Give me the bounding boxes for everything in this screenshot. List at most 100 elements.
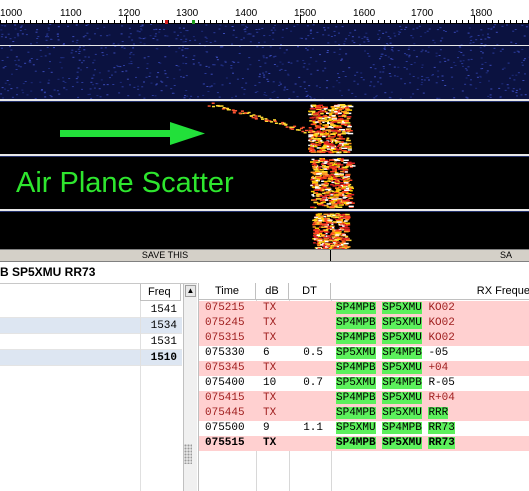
callsign-2: SP5XMU bbox=[382, 362, 422, 374]
decoded-message-row[interactable]: 075245 TX SP4MPB SP5XMU KO02 bbox=[199, 316, 529, 331]
signal-trace bbox=[335, 236, 339, 239]
noise-speck bbox=[453, 97, 456, 99]
noise-speck bbox=[91, 77, 94, 79]
decoded-message-row[interactable]: 075445 TX SP4MPB SP5XMU RRR bbox=[199, 406, 529, 421]
decoded-message-row[interactable]: 075330 6 0.5 SP5XMU SP4MPB -05 bbox=[199, 346, 529, 361]
noise-speck bbox=[6, 80, 9, 81]
noise-speck bbox=[420, 84, 423, 86]
triangle-up-icon[interactable]: ▲ bbox=[185, 285, 196, 297]
noise-speck bbox=[106, 35, 109, 37]
frequency-tick-mark bbox=[54, 20, 55, 23]
noise-speck bbox=[276, 65, 279, 67]
freq-column-header[interactable]: Freq bbox=[140, 284, 181, 301]
noise-speck bbox=[245, 82, 248, 84]
noise-speck bbox=[141, 25, 144, 27]
frequency-tick-mark bbox=[150, 20, 151, 23]
noise-speck bbox=[165, 85, 168, 87]
noise-speck bbox=[470, 35, 473, 37]
noise-speck bbox=[0, 36, 3, 38]
signal-trace bbox=[311, 143, 315, 145]
signal-trace bbox=[329, 162, 334, 164]
noise-speck bbox=[341, 26, 344, 28]
signal-trace bbox=[343, 143, 349, 146]
signal-trace bbox=[342, 197, 346, 199]
noise-speck bbox=[391, 46, 394, 48]
doppler-trail bbox=[247, 111, 251, 114]
noise-speck bbox=[15, 64, 18, 66]
noise-speck bbox=[164, 35, 167, 37]
noise-speck bbox=[396, 75, 399, 77]
band-activity-row[interactable]: 1531 bbox=[0, 334, 182, 350]
save-right-label[interactable]: SA bbox=[500, 250, 512, 261]
doppler-trail bbox=[312, 130, 316, 133]
doppler-trail bbox=[291, 128, 295, 130]
noise-speck bbox=[184, 48, 187, 50]
signal-trace bbox=[347, 130, 353, 132]
frequency-tick-mark bbox=[432, 20, 433, 23]
band-activity-row[interactable]: 1534 bbox=[0, 318, 182, 334]
noise-speck bbox=[249, 64, 252, 66]
decoded-message-row[interactable]: 075315 TX SP4MPB SP5XMU KO02 bbox=[199, 331, 529, 346]
noise-speck bbox=[278, 81, 281, 83]
waterfall-display[interactable]: Air Plane Scatter bbox=[0, 24, 529, 249]
noise-speck bbox=[388, 96, 391, 98]
noise-speck bbox=[326, 50, 329, 52]
decoded-message-row[interactable]: 075400 10 0.7 SP5XMU SP4MPB R-05 bbox=[199, 376, 529, 391]
callsign-1: SP5XMU bbox=[336, 422, 376, 434]
noise-speck bbox=[155, 28, 158, 30]
signal-trace bbox=[323, 119, 326, 122]
noise-speck bbox=[513, 51, 516, 53]
save-this-label[interactable]: SAVE THIS bbox=[0, 250, 331, 261]
rx-frequency-column-header[interactable]: RX Freque bbox=[331, 283, 529, 300]
doppler-trail bbox=[320, 134, 324, 136]
noise-speck bbox=[345, 53, 348, 55]
decoded-message-row[interactable]: 075215 TX SP4MPB SP5XMU KO02 bbox=[199, 301, 529, 316]
noise-speck bbox=[130, 60, 133, 62]
noise-speck bbox=[246, 68, 249, 70]
noise-speck bbox=[190, 95, 193, 97]
db-column-header[interactable]: dB bbox=[256, 283, 289, 300]
signal-trace bbox=[345, 204, 348, 206]
noise-speck bbox=[81, 62, 83, 64]
noise-speck bbox=[34, 98, 37, 100]
noise-speck bbox=[522, 80, 525, 81]
frequency-scale[interactable]: 1000 1100 1200 1300 1400 1500 1600 1700 1800 bbox=[0, 0, 529, 24]
noise-speck bbox=[387, 36, 390, 37]
decoded-message-row[interactable]: 075345 TX SP4MPB SP5XMU +04 bbox=[199, 361, 529, 376]
doppler-trail bbox=[234, 110, 238, 112]
noise-speck bbox=[235, 95, 237, 97]
signal-trace bbox=[334, 105, 340, 107]
band-activity-row[interactable]: 1541 bbox=[0, 302, 182, 318]
message-report: KO02 bbox=[428, 332, 455, 344]
noise-speck bbox=[98, 88, 101, 90]
noise-speck bbox=[515, 74, 518, 76]
signal-trace bbox=[333, 239, 339, 241]
signal-trace bbox=[323, 229, 328, 231]
decoded-message-row[interactable]: 075515 TX SP4MPB SP5XMU RR73 bbox=[199, 436, 529, 451]
noise-speck bbox=[146, 63, 149, 65]
noise-speck bbox=[185, 38, 188, 40]
noise-speck bbox=[139, 41, 142, 43]
noise-speck bbox=[501, 68, 504, 70]
decoded-message-row[interactable]: 075500 9 1.1 SP5XMU SP4MPB RR73 bbox=[199, 421, 529, 436]
noise-speck bbox=[354, 29, 357, 31]
frequency-tick-mark bbox=[414, 20, 415, 23]
band-activity-row[interactable]: 1510 bbox=[0, 350, 182, 366]
signal-trace bbox=[318, 131, 324, 134]
noise-speck bbox=[274, 24, 276, 26]
time-column-header[interactable]: Time bbox=[199, 283, 256, 300]
resize-grip-icon[interactable] bbox=[184, 444, 192, 464]
frequency-tick-mark bbox=[504, 20, 505, 23]
noise-speck bbox=[437, 70, 440, 72]
noise-speck bbox=[177, 65, 180, 67]
dt-column-header[interactable]: DT bbox=[289, 283, 331, 300]
signal-trace bbox=[346, 106, 349, 108]
noise-speck bbox=[142, 38, 145, 40]
frequency-tick-mark bbox=[84, 20, 85, 23]
decoded-message-row[interactable]: 075415 TX SP4MPB SP5XMU R+04 bbox=[199, 391, 529, 406]
noise-speck bbox=[285, 49, 288, 51]
signal-trace bbox=[336, 221, 342, 223]
noise-speck bbox=[145, 76, 148, 78]
message-report: RRR bbox=[428, 407, 449, 419]
callsign-1: SP5XMU bbox=[336, 347, 376, 359]
